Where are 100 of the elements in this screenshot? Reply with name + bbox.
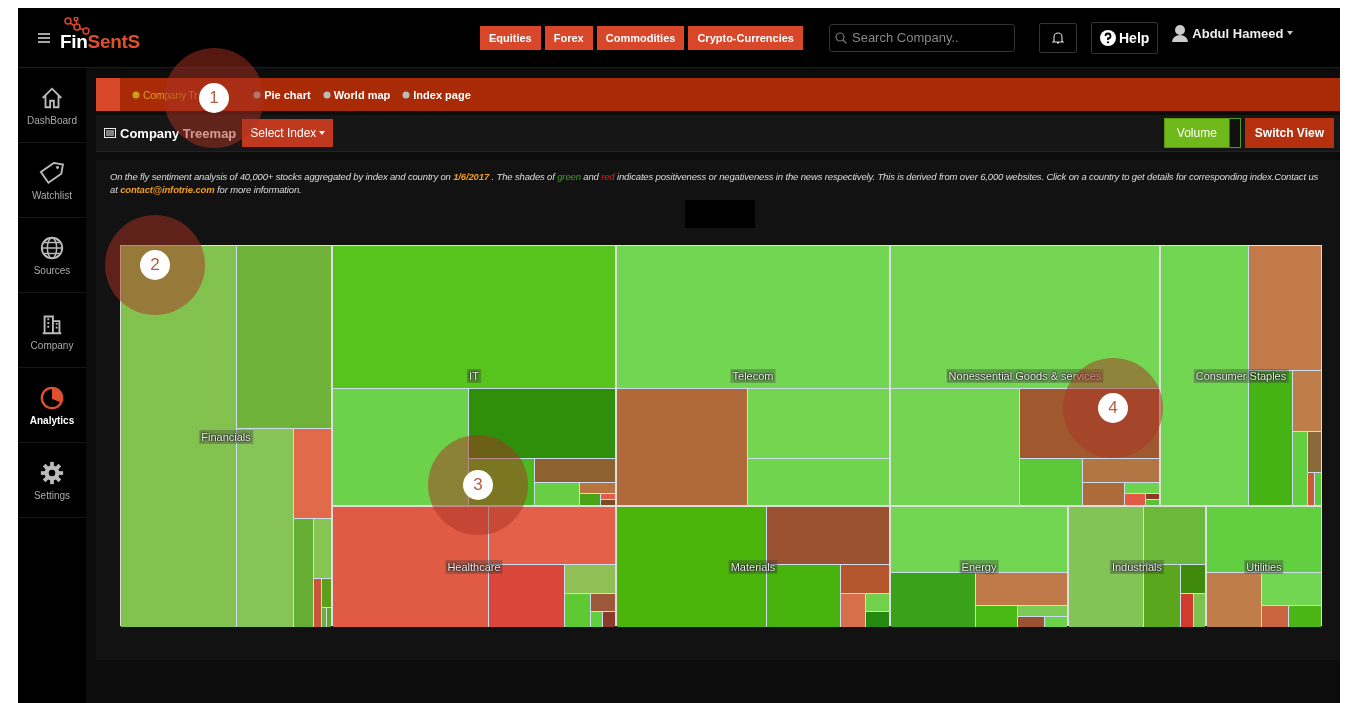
treemap-tile[interactable] <box>1307 472 1314 505</box>
treemap-tile[interactable] <box>1194 593 1205 627</box>
treemap-tile[interactable] <box>891 573 975 627</box>
treemap-tile[interactable] <box>891 246 1159 388</box>
treemap-tile[interactable] <box>535 458 615 483</box>
treemap-tile[interactable] <box>1314 472 1321 505</box>
treemap-tile[interactable] <box>1161 246 1249 505</box>
treemap-tile[interactable] <box>313 518 331 578</box>
treemap-tile[interactable] <box>1289 606 1321 627</box>
treemap-tile[interactable] <box>1145 499 1159 505</box>
tag-icon <box>39 159 65 186</box>
treemap-tile[interactable] <box>1307 431 1321 472</box>
treemap-tile[interactable] <box>891 388 1020 505</box>
treemap-tile[interactable] <box>866 593 889 612</box>
search-icon <box>835 31 847 44</box>
treemap-tile[interactable] <box>591 612 603 627</box>
tab[interactable]: Pie chart <box>247 78 317 111</box>
treemap-tile[interactable] <box>617 388 748 505</box>
treemap-tile[interactable] <box>840 593 866 627</box>
treemap-tile[interactable] <box>564 593 591 627</box>
switch-view-button[interactable]: Switch View <box>1244 118 1334 148</box>
treemap-tile[interactable] <box>601 494 615 499</box>
app-logo: FinSentS <box>60 30 140 53</box>
notifications-button[interactable] <box>1039 22 1077 53</box>
nav-button[interactable]: Forex <box>544 25 593 50</box>
sector-label: Energy <box>959 560 999 574</box>
treemap-tile[interactable] <box>976 606 1017 627</box>
sidebar-item[interactable]: Analytics <box>18 368 86 443</box>
sidebar-item[interactable]: DashBoard <box>18 68 86 143</box>
treemap-tile[interactable] <box>579 494 601 505</box>
treemap-tile[interactable] <box>1017 617 1045 627</box>
treemap-tile[interactable] <box>322 608 326 627</box>
treemap-tile[interactable] <box>748 388 889 458</box>
treemap-tile[interactable] <box>322 578 331 608</box>
nav-button[interactable]: Commodities <box>596 25 685 50</box>
user-menu[interactable]: Abdul Hameed <box>1172 24 1294 42</box>
treemap-tile[interactable] <box>976 573 1067 605</box>
treemap-tile[interactable] <box>603 612 615 627</box>
sidebar-item[interactable]: Watchlist <box>18 143 86 218</box>
search-field[interactable]: Search Company.. <box>829 23 1015 52</box>
sector-label: Consumer Staples <box>1193 368 1289 383</box>
nav-button[interactable]: Crypto-Currencies <box>688 25 803 50</box>
caret-icon <box>319 131 326 135</box>
treemap-tile[interactable] <box>1083 458 1159 483</box>
select-index-button[interactable]: Select Index <box>242 119 334 147</box>
sidebar-item[interactable]: Company <box>18 293 86 368</box>
email-link[interactable]: contact@infotrie.com <box>120 184 215 195</box>
treemap-tile[interactable] <box>1249 370 1292 505</box>
treemap-tile[interactable] <box>1181 565 1205 593</box>
treemap-tile[interactable] <box>1207 507 1321 573</box>
treemap-tile[interactable] <box>564 565 615 593</box>
treemap-tile[interactable] <box>333 246 615 388</box>
treemap-tile[interactable] <box>1017 606 1067 617</box>
treemap-tile[interactable] <box>601 499 615 505</box>
treemap-tile[interactable] <box>748 458 889 505</box>
treemap-tile[interactable] <box>866 612 889 627</box>
treemap-tile[interactable] <box>1125 494 1145 505</box>
treemap-tile[interactable] <box>1144 507 1205 565</box>
treemap-tile[interactable] <box>1083 483 1125 505</box>
caret-icon <box>1287 31 1294 35</box>
list-icon <box>104 128 116 138</box>
sidebar-item[interactable]: Sources <box>18 218 86 293</box>
treemap-tile[interactable] <box>333 388 468 505</box>
treemap-tile[interactable] <box>1262 606 1289 627</box>
treemap-tile[interactable] <box>1020 388 1159 458</box>
treemap-tile[interactable] <box>1045 617 1067 627</box>
menu-icon <box>38 32 50 43</box>
treemap-tile[interactable] <box>840 565 889 593</box>
avatar-icon <box>1172 24 1189 42</box>
help-button[interactable]: Help <box>1091 21 1159 54</box>
treemap-tile[interactable] <box>1262 573 1321 605</box>
treemap-tile[interactable] <box>236 246 331 429</box>
treemap-tile[interactable] <box>891 507 1067 573</box>
treemap-tile[interactable] <box>1145 494 1159 499</box>
treemap-tile[interactable] <box>326 608 331 627</box>
treemap-tile[interactable] <box>1181 593 1193 627</box>
treemap-tile[interactable] <box>1020 458 1083 505</box>
treemap-tile[interactable] <box>1125 483 1159 494</box>
treemap-tile[interactable] <box>488 507 615 565</box>
network-icon <box>64 16 90 35</box>
tab[interactable]: World map <box>316 78 397 111</box>
treemap-tile[interactable] <box>293 518 313 627</box>
treemap-tile[interactable] <box>617 246 889 388</box>
treemap-tile[interactable] <box>1292 431 1307 505</box>
treemap-tile[interactable] <box>767 507 889 565</box>
nav-button[interactable]: Equities <box>479 25 541 50</box>
treemap-tile[interactable] <box>313 578 322 627</box>
treemap-tile[interactable] <box>1207 573 1262 627</box>
help-icon <box>1100 29 1116 46</box>
bell-icon <box>1052 31 1064 44</box>
tab[interactable]: Index page <box>396 78 477 111</box>
treemap-tile[interactable] <box>293 429 331 518</box>
treemap-tile[interactable] <box>468 388 615 458</box>
treemap-tile[interactable] <box>591 593 615 612</box>
pie-icon <box>39 384 65 411</box>
treemap-tile[interactable] <box>1292 370 1321 431</box>
treemap-tile[interactable] <box>535 483 579 505</box>
treemap-tile[interactable] <box>579 483 615 494</box>
treemap-tile[interactable] <box>1249 246 1321 370</box>
sidebar-item[interactable]: Settings <box>18 443 86 518</box>
